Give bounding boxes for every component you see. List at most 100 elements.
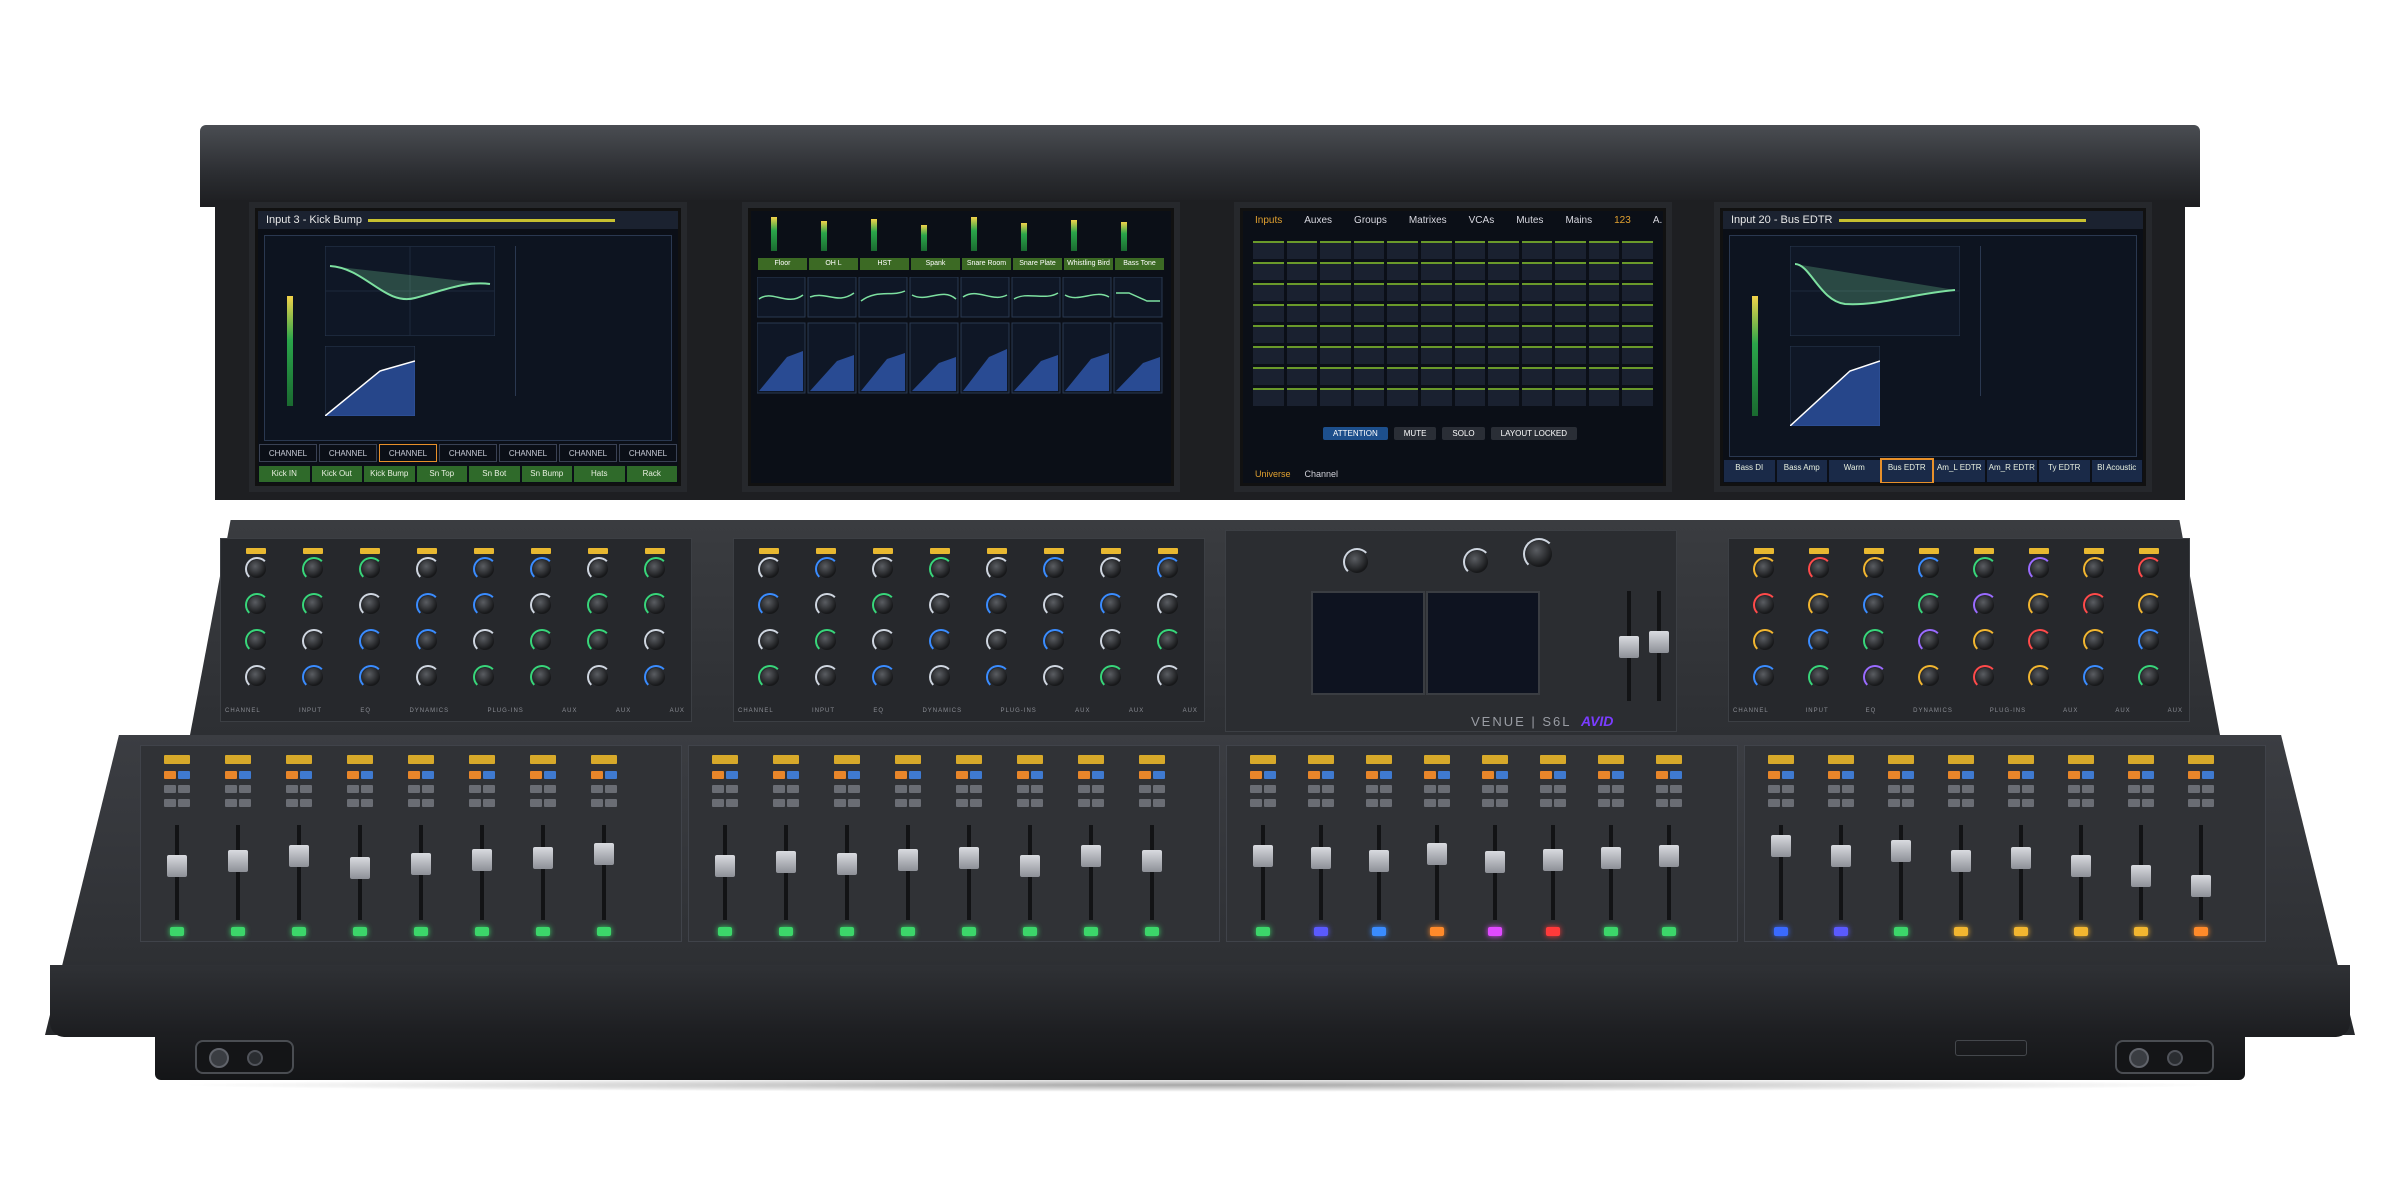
strip-name-row[interactable]: Floor OH L HST Spank Snare Room Snare Pl… <box>757 257 1165 271</box>
channel-fader[interactable] <box>1891 840 1911 862</box>
mute-button[interactable] <box>2008 785 2020 793</box>
rotary-encoder[interactable] <box>1157 557 1181 581</box>
function-button[interactable] <box>1656 799 1668 807</box>
channel-fader[interactable] <box>1253 845 1273 867</box>
universe-label[interactable]: Universe <box>1255 469 1291 479</box>
rec-button[interactable] <box>1842 785 1854 793</box>
channel-fader[interactable] <box>167 855 187 877</box>
select-button[interactable] <box>1017 771 1029 779</box>
rotary-encoder[interactable] <box>1863 629 1887 653</box>
function-button[interactable] <box>2202 799 2214 807</box>
rotary-encoder[interactable] <box>1863 593 1887 617</box>
channel-fader[interactable] <box>472 849 492 871</box>
master-encoder[interactable] <box>1343 548 1371 576</box>
solo-button[interactable] <box>422 771 434 779</box>
channel-select-led[interactable] <box>1023 927 1037 936</box>
mute-button[interactable] <box>773 785 785 793</box>
rotary-encoder[interactable] <box>245 557 269 581</box>
mute-button[interactable] <box>347 785 359 793</box>
function-button[interactable] <box>1438 799 1450 807</box>
mute-button[interactable] <box>1828 785 1840 793</box>
channel-select-led[interactable] <box>1662 927 1676 936</box>
channel-fader[interactable] <box>1485 851 1505 873</box>
rotary-encoder[interactable] <box>872 593 896 617</box>
channel-select-led[interactable] <box>962 927 976 936</box>
rotary-encoder[interactable] <box>2028 557 2052 581</box>
solo-button[interactable] <box>848 771 860 779</box>
rotary-encoder[interactable] <box>1157 593 1181 617</box>
channel-select-led[interactable] <box>1894 927 1908 936</box>
nav-numeric[interactable]: 123 <box>1614 211 1631 231</box>
rec-button[interactable] <box>1670 785 1682 793</box>
channel-name[interactable]: Rack <box>626 466 677 482</box>
mute-button[interactable] <box>1366 785 1378 793</box>
function-button[interactable] <box>1153 799 1165 807</box>
channel-fader[interactable] <box>1142 850 1162 872</box>
nav-alpha[interactable]: A..Z <box>1653 211 1663 231</box>
nav-matrixes[interactable]: Matrixes <box>1409 211 1447 231</box>
function-button[interactable] <box>1554 799 1566 807</box>
mute-button[interactable] <box>2068 785 2080 793</box>
rotary-encoder[interactable] <box>530 557 554 581</box>
channel-tab-selected[interactable]: CHANNEL <box>379 444 437 462</box>
nav-inputs[interactable]: Inputs <box>1255 211 1282 231</box>
layout-locked-button[interactable]: LAYOUT LOCKED <box>1490 427 1578 440</box>
function-button[interactable] <box>1017 799 1029 807</box>
mute-button[interactable]: MUTE <box>1393 427 1437 440</box>
mute-button[interactable] <box>1424 785 1436 793</box>
channel-name[interactable]: Kick IN <box>259 466 310 482</box>
rotary-encoder[interactable] <box>758 557 782 581</box>
rotary-encoder[interactable] <box>473 629 497 653</box>
rec-button[interactable] <box>787 785 799 793</box>
rotary-encoder[interactable] <box>1973 593 1997 617</box>
solo-button[interactable] <box>1902 771 1914 779</box>
dynamics-graph[interactable] <box>325 346 415 416</box>
select-button[interactable] <box>286 771 298 779</box>
strip-name[interactable]: Whistling Bird <box>1064 258 1113 270</box>
screen-3-footer[interactable]: Universe Channel <box>1255 469 1338 479</box>
solo-button[interactable] <box>1554 771 1566 779</box>
mute-button[interactable] <box>956 785 968 793</box>
channel-select-led[interactable] <box>1604 927 1618 936</box>
channel-fader[interactable] <box>2071 855 2091 877</box>
rec-button[interactable] <box>909 785 921 793</box>
rotary-encoder[interactable] <box>758 665 782 689</box>
function-button[interactable] <box>1092 799 1104 807</box>
rotary-encoder[interactable] <box>530 593 554 617</box>
rotary-encoder[interactable] <box>359 557 383 581</box>
select-button[interactable] <box>164 771 176 779</box>
channel-tab[interactable]: CHANNEL <box>499 444 557 462</box>
rotary-encoder[interactable] <box>1043 629 1067 653</box>
channel-select-led[interactable] <box>597 927 611 936</box>
channel-tab[interactable]: CHANNEL <box>619 444 677 462</box>
rotary-encoder[interactable] <box>2138 665 2162 689</box>
select-button[interactable] <box>530 771 542 779</box>
eq-curve-graph[interactable] <box>325 246 495 336</box>
rotary-encoder[interactable] <box>986 593 1010 617</box>
function-button[interactable] <box>605 799 617 807</box>
channel-name[interactable]: Sn Bot <box>469 466 520 482</box>
channel-detail-view[interactable] <box>264 235 672 441</box>
function-button[interactable] <box>1496 799 1508 807</box>
function-button[interactable] <box>1308 799 1320 807</box>
rotary-encoder[interactable] <box>245 593 269 617</box>
rotary-encoder[interactable] <box>2083 629 2107 653</box>
channel-fader[interactable] <box>1831 845 1851 867</box>
rotary-encoder[interactable] <box>2028 629 2052 653</box>
select-button[interactable] <box>1308 771 1320 779</box>
rotary-encoder[interactable] <box>359 665 383 689</box>
select-button[interactable] <box>1540 771 1552 779</box>
rotary-encoder[interactable] <box>929 557 953 581</box>
select-button[interactable] <box>1482 771 1494 779</box>
function-button[interactable] <box>1078 799 1090 807</box>
channel-fader[interactable] <box>411 853 431 875</box>
select-button[interactable] <box>408 771 420 779</box>
solo-button[interactable] <box>970 771 982 779</box>
function-button[interactable] <box>1322 799 1334 807</box>
function-button[interactable] <box>1139 799 1151 807</box>
channel-fader[interactable] <box>1020 855 1040 877</box>
channel-name[interactable]: Am_L EDTR <box>1934 460 1985 482</box>
solo-button[interactable] <box>2082 771 2094 779</box>
channel-fader[interactable] <box>1543 849 1563 871</box>
solo-button[interactable] <box>1031 771 1043 779</box>
